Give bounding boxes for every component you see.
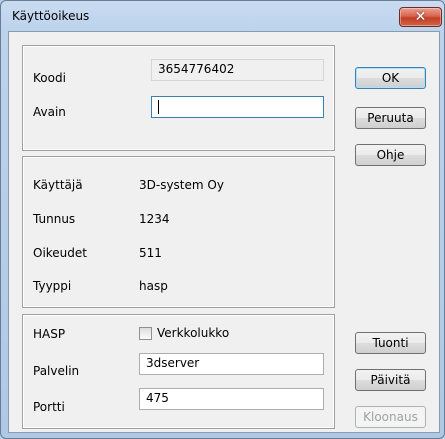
text-caret [158,100,159,114]
license-group: Koodi 3654776402 Avain [22,45,335,151]
verkkolukko-checkbox[interactable] [139,327,152,340]
peruuta-button[interactable]: Peruuta [355,107,426,129]
title-bar[interactable]: Käyttöoikeus ✕ [1,1,444,31]
avain-input[interactable] [151,96,324,118]
close-button[interactable]: ✕ [399,7,442,27]
tunnus-label: Tunnus [33,212,76,226]
verkkolukko-label: Verkkolukko [157,326,230,340]
oikeudet-label: Oikeudet [33,246,87,260]
palvelin-input[interactable]: 3dserver [139,353,324,375]
kayttaja-label: Käyttäjä [33,178,83,192]
close-icon: ✕ [414,9,427,25]
koodi-field: 3654776402 [151,59,324,81]
hasp-group: HASP Verkkolukko Palvelin 3dserver Portt… [22,314,335,429]
koodi-value: 3654776402 [158,62,235,76]
tyyppi-value: hasp [139,279,168,293]
window-title: Käyttöoikeus [12,9,90,23]
ok-button[interactable]: OK [355,67,426,89]
hasp-label: HASP [33,327,66,341]
palvelin-label: Palvelin [33,364,80,378]
tyyppi-label: Tyyppi [33,279,72,293]
ohje-button[interactable]: Ohje [355,144,426,166]
verkkolukko-checkbox-row[interactable]: Verkkolukko [139,326,279,342]
portti-input[interactable]: 475 [139,388,324,410]
tuonti-button[interactable]: Tuonti [355,332,426,354]
info-group: Käyttäjä 3D-system Oy Tunnus 1234 Oikeud… [22,156,335,308]
portti-value: 475 [146,391,169,405]
paivita-button[interactable]: Päivitä [355,369,426,391]
dialog-client-area: Koodi 3654776402 Avain Käyttäjä 3D-syste… [8,31,440,433]
oikeudet-value: 511 [139,246,162,260]
kloonaus-button[interactable]: Kloonaus [355,406,426,428]
palvelin-value: 3dserver [146,356,200,370]
tunnus-value: 1234 [139,212,170,226]
avain-label: Avain [33,105,66,119]
portti-label: Portti [33,400,65,414]
kayttaja-value: 3D-system Oy [139,178,224,192]
dialog-window: Käyttöoikeus ✕ Koodi 3654776402 Avain Kä… [0,0,445,439]
koodi-label: Koodi [33,71,66,85]
